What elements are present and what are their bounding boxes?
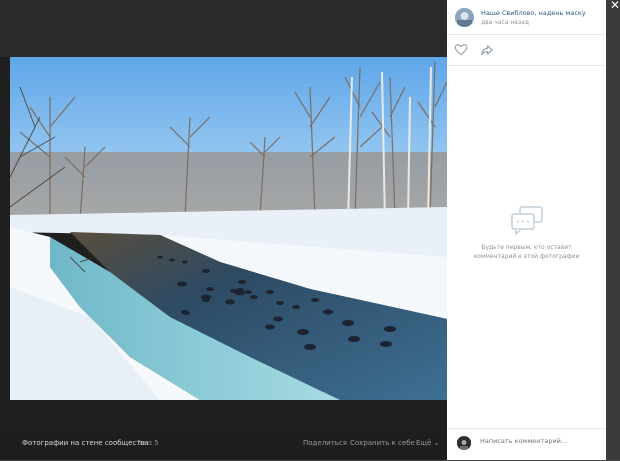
viewer-right-strip: [606, 0, 620, 460]
heart-icon: [454, 44, 468, 56]
like-button[interactable]: [454, 42, 468, 56]
post-header: Наше Свиблово, надень маску два часа наз…: [447, 0, 606, 35]
share-link[interactable]: Поделиться: [303, 439, 347, 447]
comments-empty-text: Будьте первым, кто оставит комментарий к…: [473, 244, 580, 260]
photo-pane: Фотографии на стене сообщества 5 из 5 По…: [0, 0, 447, 460]
comments-icon: [510, 206, 543, 235]
save-to-profile-link[interactable]: Сохранить к себе: [350, 439, 415, 447]
comment-composer: [447, 428, 606, 461]
photo-bottom-bar: Фотографии на стене сообщества 5 из 5 По…: [0, 428, 447, 460]
avatar-image: [455, 8, 474, 27]
user-avatar[interactable]: [457, 436, 471, 450]
community-avatar[interactable]: [455, 8, 474, 27]
comment-input[interactable]: [480, 437, 595, 445]
close-icon: ✕: [610, 0, 620, 12]
photo[interactable]: [10, 57, 447, 400]
comments-empty-state: Будьте первым, кто оставит комментарий к…: [447, 205, 606, 261]
photo-viewer: Фотографии на стене сообщества 5 из 5 По…: [0, 0, 620, 460]
comments-panel: Наше Свиблово, надень маску два часа наз…: [447, 0, 606, 460]
share-button[interactable]: [480, 42, 494, 56]
photo-counter: 5 из 5: [137, 439, 159, 447]
post-actions: [447, 35, 606, 66]
winter-river-photo: [10, 57, 447, 400]
share-arrow-icon: [481, 45, 493, 56]
post-time[interactable]: два часа назад: [481, 19, 529, 26]
album-link[interactable]: Фотографии на стене сообщества: [22, 439, 149, 447]
author-link[interactable]: Наше Свиблово, надень маску: [481, 9, 586, 17]
photo-top-band: [0, 0, 447, 57]
more-menu[interactable]: Ещё ⌄: [416, 439, 439, 447]
user-avatar-image: [457, 437, 471, 450]
close-button[interactable]: ✕: [610, 0, 620, 12]
